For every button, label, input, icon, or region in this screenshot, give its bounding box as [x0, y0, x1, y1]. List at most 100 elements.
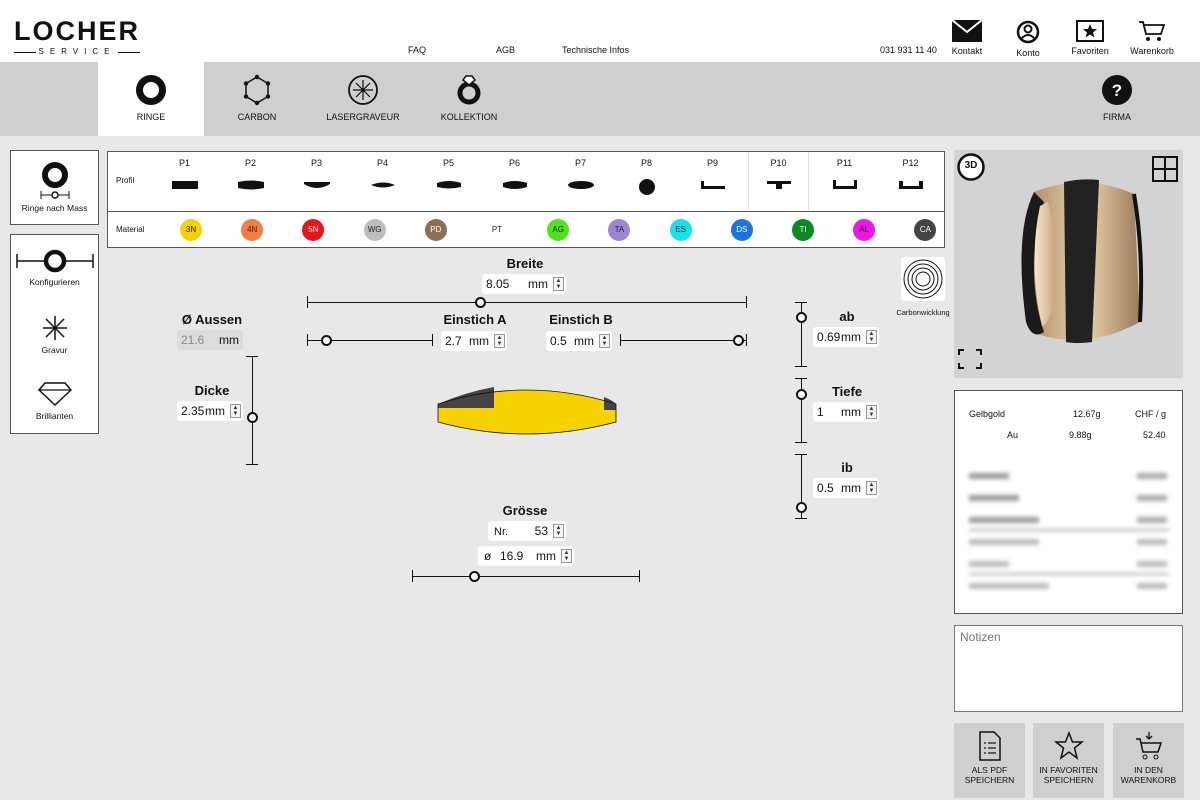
ib-input[interactable]: 0.5 mm ▲ ▼ [813, 478, 879, 498]
material-ca[interactable]: CA [914, 219, 937, 241]
profile-p3[interactable]: P3 [286, 152, 347, 210]
profile-p3-shape [303, 182, 330, 188]
3d-badge-label: 3D [964, 160, 978, 171]
configure-icon [15, 249, 94, 273]
profile-p4[interactable]: P4 [352, 152, 413, 210]
profile-p7[interactable]: P7 [550, 152, 611, 210]
groesse-handle[interactable] [469, 571, 480, 582]
breite-slider-handle[interactable] [475, 297, 486, 308]
profile-p9[interactable]: P9 [682, 152, 743, 210]
tab-carbon[interactable]: CARBON [204, 62, 310, 136]
tab-kollektion[interactable]: KOLLEKTION [416, 62, 522, 136]
favorites-button[interactable]: Favoriten [1060, 20, 1120, 56]
locher-logo[interactable]: LOCHER SERVICE [14, 18, 140, 56]
groesse-diameter-spinner[interactable]: ▲ ▼ [561, 549, 572, 563]
cart-icon [1139, 21, 1166, 41]
account-button[interactable]: Konto [998, 20, 1058, 58]
profile-p12[interactable]: P12 [880, 152, 941, 210]
material-wg[interactable]: WG [363, 219, 386, 241]
phone-number[interactable]: 031 931 11 40 [880, 45, 937, 55]
einstich-b-spinner[interactable]: ▲ ▼ [599, 334, 610, 348]
dicke-input[interactable]: 2.35 mm ▲ ▼ [177, 401, 243, 421]
einstich-b-input[interactable]: 0.5 mm ▲ ▼ [546, 331, 612, 351]
material-ag[interactable]: AG [547, 219, 570, 241]
notes-textarea[interactable]: Notizen [954, 625, 1183, 712]
material-ti[interactable]: TI [792, 219, 814, 241]
groesse-diameter-input[interactable]: ø 16.9 mm ▲ ▼ [478, 546, 574, 566]
ab-handle[interactable] [796, 312, 807, 323]
einstich-b-track [620, 340, 747, 341]
ring-3d-preview[interactable]: 3D [954, 150, 1183, 378]
material-pt[interactable]: PT [486, 219, 508, 241]
einstich-a-spinner[interactable]: ▲ ▼ [494, 334, 505, 348]
groesse-nr-spinner[interactable]: ▲ ▼ [553, 524, 564, 538]
tiefe-spinner[interactable]: ▲ ▼ [866, 405, 877, 419]
grid-view-icon[interactable] [1152, 156, 1178, 182]
ab-spinner[interactable]: ▲ ▼ [866, 330, 877, 344]
aussen-label: Ø Aussen [181, 312, 243, 327]
breite-spinner[interactable]: ▲ ▼ [553, 277, 564, 291]
fullscreen-icon[interactable] [957, 348, 983, 370]
breite-slider-track [307, 302, 747, 303]
profile-p4-shape [370, 182, 395, 188]
carbonwicklung-label: Carbonwicklung [896, 308, 950, 317]
ab-input[interactable]: 0.69 mm ▲ ▼ [813, 327, 879, 347]
dicke-handle[interactable] [247, 412, 258, 423]
profile-p2[interactable]: P2 [220, 152, 281, 210]
tiefe-handle[interactable] [796, 389, 807, 400]
material-ta[interactable]: TA [608, 219, 631, 241]
ib-handle[interactable] [796, 502, 807, 513]
ring-measure-icon [40, 162, 69, 199]
groesse-tick-right [639, 570, 640, 582]
profile-p8[interactable]: P8 [616, 152, 677, 210]
agb-link[interactable]: AGB [496, 45, 515, 55]
ib-spinner[interactable]: ▲ ▼ [866, 481, 877, 495]
tab-lasergraveur[interactable]: LASERGRAVEUR [310, 62, 416, 136]
einstich-a-input[interactable]: 2.7 mm ▲ ▼ [441, 331, 507, 351]
profile-p1[interactable]: P1 [154, 152, 215, 210]
sidebar-item-brillianten[interactable]: Brillianten [11, 367, 98, 433]
tiefe-input[interactable]: 1 mm ▲ ▼ [813, 402, 879, 422]
price-material-weight: 12.67g [1073, 409, 1101, 419]
cart-button[interactable]: Warenkorb [1122, 20, 1182, 56]
dicke-label: Dicke [194, 383, 230, 398]
price-material-name: Gelbgold [969, 409, 1006, 419]
price-unit-label: CHF / g [1135, 409, 1167, 419]
material-4n[interactable]: 4N [241, 219, 264, 241]
einstich-b-handle[interactable] [733, 335, 744, 346]
account-icon [1016, 20, 1040, 44]
profile-p10[interactable]: P10 [748, 152, 809, 210]
ringe-nach-mass-button[interactable]: Ringe nach Mass [10, 150, 99, 225]
groesse-nr-input[interactable]: Nr. 53 ▲ ▼ [488, 521, 566, 541]
einstich-b-label: Einstich B [549, 312, 613, 327]
material-es[interactable]: ES [669, 219, 692, 241]
technical-info-link[interactable]: Technische Infos [562, 45, 629, 55]
carbonwicklung-button[interactable] [901, 257, 945, 301]
profile-p5[interactable]: P5 [418, 152, 479, 210]
material-pd[interactable]: PD [424, 219, 447, 241]
add-to-cart-button[interactable]: IN DEN WARENKORB [1113, 723, 1184, 798]
material-al[interactable]: AL [853, 219, 876, 241]
profile-p11[interactable]: P11 [814, 152, 875, 210]
breite-input[interactable]: 8.05 mm ▲ ▼ [482, 274, 566, 294]
tab-ringe[interactable]: RINGE [98, 62, 204, 136]
dicke-spinner[interactable]: ▲ ▼ [230, 404, 241, 418]
tiefe-label: Tiefe [831, 384, 863, 399]
save-pdf-button[interactable]: ALS PDF SPEICHERN [954, 723, 1025, 798]
faq-link[interactable]: FAQ [408, 45, 426, 55]
material-3n[interactable]: 3N [180, 219, 202, 241]
einstich-a-handle[interactable] [321, 335, 332, 346]
sidebar-item-konfigurieren[interactable]: Konfigurieren [11, 235, 98, 301]
einstich-a-label: Einstich A [443, 312, 507, 327]
sidebar-item-gravur[interactable]: Gravur [11, 301, 98, 367]
save-favorites-button[interactable]: IN FAVORITEN SPEICHERN [1033, 723, 1104, 798]
contact-button[interactable]: Kontakt [937, 20, 997, 56]
tiefe-tick-bottom [795, 442, 807, 443]
favorites-star-icon [1076, 20, 1104, 42]
groesse-label: Grösse [502, 503, 548, 518]
material-5n[interactable]: 5N [302, 219, 325, 241]
tab-firma[interactable]: ? FIRMA [1080, 62, 1154, 136]
groesse-tick-left [412, 570, 413, 582]
material-ds[interactable]: DS [730, 219, 753, 241]
profile-p6[interactable]: P6 [484, 152, 545, 210]
